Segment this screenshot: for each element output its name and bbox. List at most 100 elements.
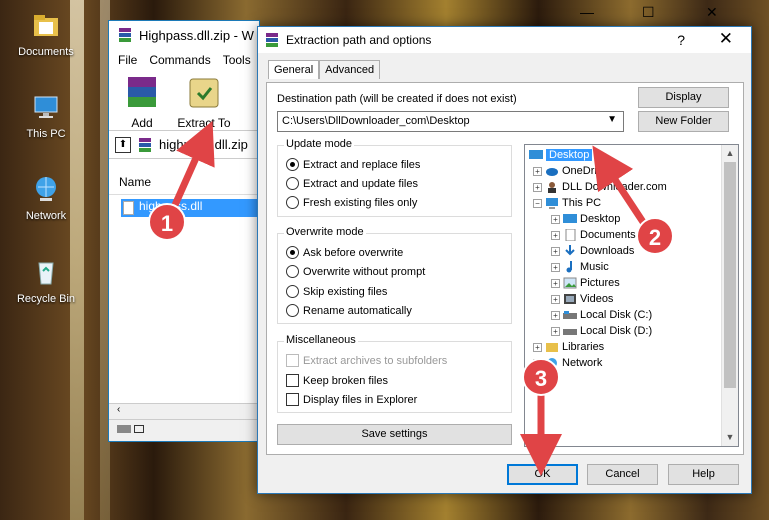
- tree-item-videos[interactable]: + Videos: [551, 291, 613, 307]
- music-note-icon: [566, 261, 572, 273]
- radio-button[interactable]: [286, 285, 299, 298]
- radio-button[interactable]: [286, 246, 299, 259]
- ok-button[interactable]: OK: [507, 464, 578, 485]
- desktop-icon-recycle-bin[interactable]: Recycle Bin: [10, 257, 82, 305]
- destination-label: Destination path (will be created if doe…: [277, 93, 517, 105]
- new-folder-button[interactable]: New Folder: [638, 111, 729, 132]
- expand-icon[interactable]: +: [533, 166, 542, 176]
- add-archive-icon: [128, 77, 156, 107]
- tree-item-music[interactable]: + Music: [551, 259, 609, 275]
- winrar-title: Highpass.dll.zip - W: [139, 27, 254, 43]
- cancel-button[interactable]: Cancel: [587, 464, 658, 485]
- tree-item-documents[interactable]: + Documents: [551, 227, 636, 243]
- expand-icon[interactable]: +: [551, 262, 560, 272]
- expand-icon[interactable]: +: [533, 342, 542, 352]
- help-icon[interactable]: ?: [677, 32, 685, 48]
- up-folder-icon[interactable]: ⬆: [115, 136, 131, 153]
- expand-icon[interactable]: +: [551, 246, 560, 256]
- horizontal-scrollbar[interactable]: ‹: [109, 403, 259, 419]
- tree-label: Libraries: [562, 341, 605, 353]
- tab-general[interactable]: General: [268, 60, 320, 79]
- scroll-up-icon[interactable]: ▲: [722, 145, 738, 162]
- pictures-icon: [563, 277, 577, 289]
- folder-tree[interactable]: Desktop + OneDrive + DLL Downloader.com − T…: [524, 144, 739, 447]
- tree-item-libraries[interactable]: + Libraries: [533, 339, 604, 355]
- tab-advanced[interactable]: Advanced: [319, 60, 381, 79]
- tree-item-downloads[interactable]: + Downloads: [551, 243, 634, 259]
- radio-fresh-existing[interactable]: Fresh existing files only: [286, 196, 417, 209]
- option-label: Skip existing files: [303, 285, 388, 298]
- extract-to-icon: [189, 78, 219, 108]
- scroll-down-icon[interactable]: ▼: [722, 429, 738, 446]
- radio-button[interactable]: [286, 196, 299, 209]
- option-label: Keep broken files: [303, 374, 388, 387]
- radio-extract-update[interactable]: Extract and update files: [286, 177, 418, 190]
- tree-item-local-disk-d[interactable]: + Local Disk (D:): [551, 323, 652, 339]
- radio-button[interactable]: [286, 158, 299, 171]
- desktop-icon-label: This PC: [26, 128, 66, 140]
- maximize-icon[interactable]: ☐: [642, 4, 655, 21]
- tree-label: OneDrive: [562, 165, 609, 177]
- save-settings-button[interactable]: Save settings: [277, 424, 512, 445]
- tree-item-onedrive[interactable]: + OneDrive: [533, 163, 608, 179]
- desktop-icon-label: Documents: [18, 46, 74, 58]
- add-button[interactable]: Add: [115, 75, 169, 130]
- desktop-icon-documents[interactable]: Documents: [10, 10, 82, 58]
- option-label: Extract and replace files: [303, 158, 421, 171]
- overwrite-mode-group: Overwrite mode Ask before overwrite Over…: [277, 226, 512, 324]
- desktop-icon-network[interactable]: Network: [10, 174, 82, 222]
- tree-item-pc-desktop[interactable]: + Desktop: [551, 211, 620, 227]
- tree-scrollbar[interactable]: ▲ ▼: [721, 145, 738, 446]
- close-icon[interactable]: ✕: [719, 29, 733, 49]
- close-icon[interactable]: ✕: [706, 4, 718, 21]
- status-bar: [109, 419, 259, 441]
- network-icon: [36, 177, 56, 201]
- expand-icon[interactable]: +: [533, 182, 542, 192]
- radio-skip-existing[interactable]: Skip existing files: [286, 285, 387, 298]
- extract-to-button[interactable]: Extract To: [177, 75, 231, 130]
- expand-icon[interactable]: +: [551, 214, 560, 224]
- radio-ask-before-overwrite[interactable]: Ask before overwrite: [286, 246, 403, 259]
- radio-extract-replace[interactable]: Extract and replace files: [286, 158, 420, 171]
- checkbox-display-in-explorer[interactable]: Display files in Explorer: [286, 393, 417, 406]
- radio-button[interactable]: [286, 177, 299, 190]
- expand-icon[interactable]: +: [551, 326, 560, 336]
- checkbox[interactable]: [286, 393, 299, 406]
- expand-icon[interactable]: +: [551, 310, 560, 320]
- menu-tools[interactable]: Tools: [223, 53, 251, 67]
- file-row[interactable]: highpass.dll: [121, 199, 259, 217]
- expand-icon[interactable]: +: [551, 230, 560, 240]
- tree-item-this-pc[interactable]: − This PC: [533, 195, 601, 211]
- radio-overwrite-without-prompt[interactable]: Overwrite without prompt: [286, 265, 425, 278]
- tree-item-local-disk-c[interactable]: + Local Disk (C:): [551, 307, 652, 323]
- destination-path-input[interactable]: C:\Users\DllDownloader_com\Desktop ▼: [277, 111, 624, 132]
- column-name-header[interactable]: Name: [109, 169, 259, 195]
- tab-bar: General Advanced: [268, 60, 381, 79]
- desktop-icon-this-pc[interactable]: This PC: [10, 92, 82, 140]
- video-icon: [564, 294, 576, 304]
- minimize-icon[interactable]: —: [580, 4, 594, 20]
- tree-item-desktop[interactable]: Desktop: [529, 147, 593, 163]
- tree-item-pictures[interactable]: + Pictures: [551, 275, 620, 291]
- expand-icon[interactable]: +: [551, 278, 560, 288]
- menu-commands[interactable]: Commands: [149, 53, 210, 67]
- display-button[interactable]: Display: [638, 87, 729, 108]
- collapse-icon[interactable]: −: [533, 198, 542, 208]
- help-button[interactable]: Help: [668, 464, 739, 485]
- scroll-thumb[interactable]: [724, 162, 736, 388]
- radio-button[interactable]: [286, 265, 299, 278]
- expand-icon[interactable]: +: [551, 294, 560, 304]
- radio-rename-automatically[interactable]: Rename automatically: [286, 304, 412, 317]
- chevron-down-icon[interactable]: ▼: [607, 114, 617, 125]
- checkbox-keep-broken-files[interactable]: Keep broken files: [286, 374, 388, 387]
- checkbox[interactable]: [286, 374, 299, 387]
- option-label: Ask before overwrite: [303, 246, 404, 259]
- folder-icon: [34, 15, 58, 36]
- drive-icon: [563, 329, 577, 335]
- radio-button[interactable]: [286, 304, 299, 317]
- menu-file[interactable]: File: [118, 53, 137, 67]
- step-1-badge: 1: [148, 203, 186, 241]
- group-title: Update mode: [284, 138, 355, 150]
- tree-item-dll-downloader[interactable]: + DLL Downloader.com: [533, 179, 667, 195]
- tree-label: Documents: [580, 229, 636, 241]
